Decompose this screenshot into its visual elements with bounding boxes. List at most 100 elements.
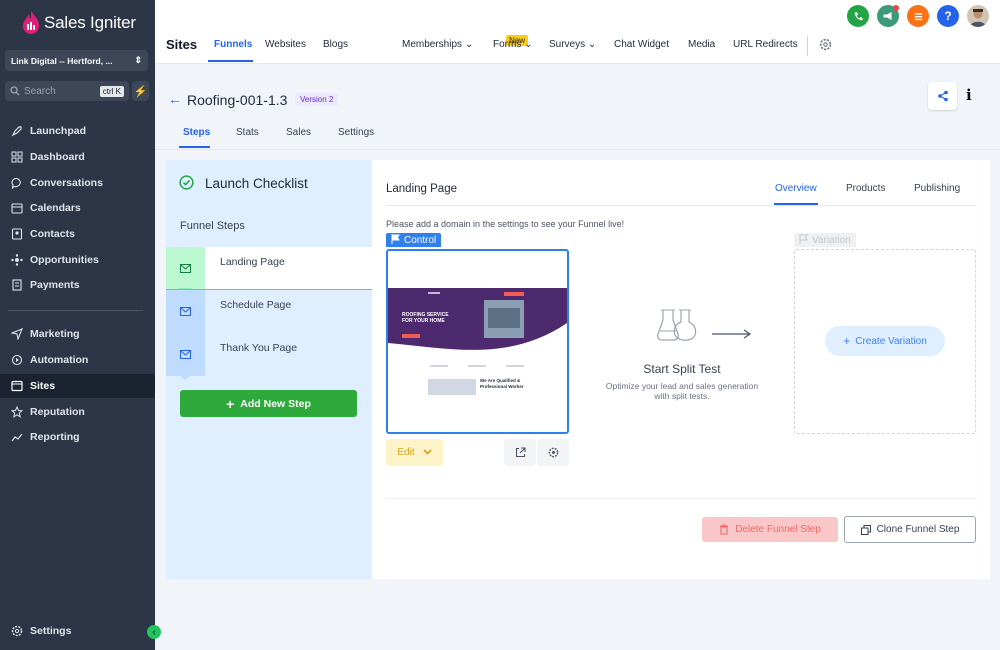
nav-media[interactable]: Media <box>688 39 715 50</box>
nav-url-redirects[interactable]: URL Redirects <box>733 39 798 50</box>
nav-surveys[interactable]: Surveys ⌄ <box>549 39 596 50</box>
mail-icon <box>180 264 191 273</box>
sidebar-item-sites[interactable]: Sites <box>0 374 155 398</box>
plus-icon: + <box>843 334 851 348</box>
nav-separator <box>807 36 808 56</box>
sidebar-item-reporting[interactable]: Reporting <box>0 425 155 449</box>
control-label: Control <box>404 234 437 246</box>
tabs-divider <box>386 205 976 206</box>
sidebar-item-opportunities[interactable]: Opportunities <box>0 248 155 272</box>
sidebar-item-settings[interactable]: Settings <box>0 619 155 643</box>
funnel-step-landing-page[interactable]: Landing Page <box>166 247 372 294</box>
back-arrow-icon[interactable]: ← <box>168 91 182 107</box>
step-label: Thank You Page <box>220 342 298 354</box>
tab-sales[interactable]: Sales <box>286 127 311 138</box>
sidebar-item-label: Payments <box>30 279 80 291</box>
edit-dropdown-button[interactable]: Edit <box>386 439 443 466</box>
chart-line-icon <box>11 431 23 443</box>
hero-cta <box>402 334 420 338</box>
sidebar-item-calendars[interactable]: Calendars <box>0 196 155 220</box>
tab-products[interactable]: Products <box>846 183 885 194</box>
tab-steps[interactable]: Steps <box>183 127 210 138</box>
account-switcher[interactable]: Link Digital -- Hertford, ... ⇕ <box>5 50 148 71</box>
control-tag: Control <box>386 233 442 247</box>
search-shortcut: ctrl K <box>99 85 124 97</box>
flag-icon <box>391 233 400 247</box>
avatar[interactable] <box>967 5 989 27</box>
sidebar-item-conversations[interactable]: Conversations <box>0 171 155 195</box>
info-icon[interactable]: i <box>966 86 972 104</box>
brand-logo[interactable]: Sales Igniter <box>22 10 136 36</box>
sidebar-item-label: Dashboard <box>30 151 85 163</box>
hub-icon <box>11 254 23 266</box>
nav-settings-gear-icon[interactable] <box>819 38 832 54</box>
megaphone-icon[interactable] <box>877 5 899 27</box>
page-title: Roofing-001-1.3 <box>187 92 288 108</box>
sidebar-item-marketing[interactable]: Marketing <box>0 322 155 346</box>
list-icon[interactable] <box>907 5 929 27</box>
feature-line-2: Professional Worker <box>480 384 524 389</box>
sidebar-item-payments[interactable]: Payments <box>0 273 155 297</box>
chat-icon <box>11 177 23 189</box>
search-icon <box>10 86 20 96</box>
open-external-button[interactable] <box>504 439 536 466</box>
account-name: Link Digital -- Hertford, ... <box>11 55 113 66</box>
sidebar-item-label: Opportunities <box>30 254 99 266</box>
sidebar-item-dashboard[interactable]: Dashboard <box>0 145 155 169</box>
mail-icon <box>180 350 191 359</box>
edit-label: Edit <box>397 447 415 458</box>
funnel-step-schedule-page[interactable]: Schedule Page <box>166 290 372 337</box>
brand-name: Sales Igniter <box>44 13 136 32</box>
sidebar-item-reputation[interactable]: Reputation <box>0 400 155 424</box>
chevron-down-icon: ⌄ <box>587 39 597 50</box>
nav-label: Forms <box>493 39 522 50</box>
sites-icon <box>11 380 23 392</box>
add-new-step-button[interactable]: + Add New Step <box>180 390 357 417</box>
launch-checklist-title[interactable]: Launch Checklist <box>205 176 308 191</box>
nav-forms[interactable]: Forms ⌄ <box>493 39 533 50</box>
sidebar-item-contacts[interactable]: Contacts <box>0 222 155 246</box>
hero-line-2: FOR YOUR HOME <box>402 318 445 324</box>
sidebar-item-label: Reporting <box>30 431 80 443</box>
brand-flame-icon <box>23 11 39 34</box>
sidebar-item-label: Sites <box>30 380 56 392</box>
nav-memberships[interactable]: Memberships ⌄ <box>402 39 473 50</box>
sidebar-divider <box>8 310 143 311</box>
sidebar-search[interactable]: Search ctrl K <box>5 81 129 101</box>
active-step-underline <box>166 289 372 290</box>
tab-settings[interactable]: Settings <box>338 127 374 138</box>
phone-icon[interactable] <box>847 5 869 27</box>
variation-label: Variation <box>812 234 851 246</box>
clone-funnel-step-button[interactable]: Clone Funnel Step <box>844 516 976 543</box>
check-circle-icon <box>179 175 194 190</box>
share-icon <box>937 90 948 102</box>
tab-stats[interactable]: Stats <box>236 127 259 138</box>
sidebar-collapse-icon[interactable]: ‹ <box>147 625 161 639</box>
create-variation-button[interactable]: + Create Variation <box>825 326 945 356</box>
delete-funnel-step-button[interactable]: Delete Funnel Step <box>702 517 838 542</box>
step-settings-button[interactable] <box>537 439 569 466</box>
split-test-flasks-icon <box>657 308 753 347</box>
nav-websites[interactable]: Websites <box>265 39 306 50</box>
quick-action-bolt-icon[interactable]: ⚡ <box>132 81 149 101</box>
tab-overview[interactable]: Overview <box>775 183 817 194</box>
document-icon <box>11 279 23 291</box>
nav-blogs[interactable]: Blogs <box>323 39 348 50</box>
share-button[interactable] <box>928 82 957 110</box>
step-detail-panel: Landing Page Overview Products Publishin… <box>372 160 990 579</box>
control-page-preview[interactable]: ROOFING SERVICE FOR YOUR HOME We Are Qual… <box>386 249 569 434</box>
sidebar-item-launchpad[interactable]: Launchpad <box>0 119 155 143</box>
sidebar-item-label: Launchpad <box>30 125 87 137</box>
funnel-steps-panel: Launch Checklist Funnel Steps Landing Pa… <box>166 160 372 579</box>
variation-tag: Variation <box>794 233 856 247</box>
funnel-step-thank-you-page[interactable]: Thank You Page <box>166 333 372 380</box>
contacts-icon <box>11 228 23 240</box>
nav-funnels[interactable]: Funnels <box>214 39 252 50</box>
nav-chat-widget[interactable]: Chat Widget <box>614 39 669 50</box>
preview-hero: ROOFING SERVICE FOR YOUR HOME <box>388 288 567 356</box>
flag-outline-icon <box>799 233 808 247</box>
sidebar-item-label: Contacts <box>30 228 75 240</box>
sidebar-item-automation[interactable]: Automation <box>0 348 155 372</box>
help-icon[interactable]: ? <box>937 5 959 27</box>
tab-publishing[interactable]: Publishing <box>914 183 960 194</box>
